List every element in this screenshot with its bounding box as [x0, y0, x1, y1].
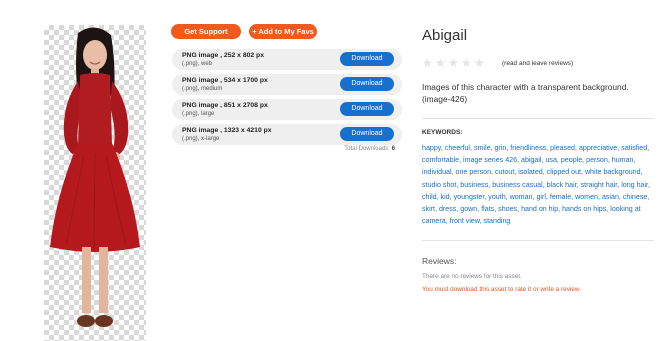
keyword-link[interactable]: satisfied [621, 144, 647, 152]
keyword-link[interactable]: youth [488, 193, 505, 201]
download-format-label: (.png), medium [182, 86, 223, 92]
keyword-link[interactable]: cheerful [445, 144, 470, 152]
download-size-label: PNG image , 1323 x 4210 px [182, 127, 272, 134]
keyword-link[interactable]: grin [494, 144, 506, 152]
keyword-link[interactable]: business casual [492, 181, 542, 189]
star-icon[interactable]: ★ [461, 57, 472, 69]
keyword-link[interactable]: girl [536, 193, 545, 201]
keyword-link[interactable]: clipped out [547, 168, 581, 176]
keyword-link[interactable]: standing [484, 217, 511, 225]
no-reviews-text: There are no reviews for this asset. [422, 273, 522, 280]
asset-title: Abigail [422, 27, 468, 44]
download-button-x-large[interactable]: Download [340, 127, 394, 141]
keyword-link[interactable]: chinese [623, 193, 647, 201]
rating-stars[interactable]: ★ ★ ★ ★ ★ [422, 57, 485, 69]
keyword-link[interactable]: front view [450, 217, 480, 225]
download-size-label: PNG image , 851 x 2708 px [182, 102, 268, 109]
divider [422, 240, 654, 241]
total-downloads-label: Total Downloads: [344, 146, 390, 152]
download-format-label: (.png), large [182, 111, 215, 117]
keyword-link[interactable]: women [575, 193, 598, 201]
keyword-link[interactable]: cutout [495, 168, 514, 176]
keyword-link[interactable]: straight hair [581, 181, 618, 189]
star-icon[interactable]: ★ [422, 57, 433, 69]
keyword-link[interactable]: pleased [550, 144, 575, 152]
keyword-link[interactable]: dress [439, 205, 456, 213]
add-to-favs-button[interactable]: + Add to My Favs [249, 24, 317, 39]
download-row-x-large: PNG image , 1323 x 4210 px (.png), x-lar… [172, 124, 402, 145]
keyword-separator: , [647, 144, 650, 152]
keyword-link[interactable]: appreciative [579, 144, 617, 152]
download-button-medium[interactable]: Download [340, 77, 394, 91]
download-row-medium: PNG image , 534 x 1700 px (.png), medium… [172, 74, 402, 95]
review-warning-text: You must download this asset to rate it … [422, 286, 581, 293]
reviews-title: Reviews: [422, 256, 457, 266]
download-format-label: (.png), web [182, 61, 213, 67]
star-icon[interactable]: ★ [448, 57, 459, 69]
keyword-link[interactable]: isolated [518, 168, 542, 176]
keyword-link[interactable]: shoes [498, 205, 517, 213]
keyword-separator: , [647, 192, 650, 201]
divider [422, 118, 654, 119]
keyword-link[interactable]: individual [422, 168, 452, 176]
keyword-link[interactable]: person [586, 156, 608, 164]
read-reviews-link[interactable]: (read and leave reviews) [502, 60, 573, 67]
keyword-separator: , [640, 168, 643, 177]
keyword-link[interactable]: abigail [521, 156, 542, 164]
keyword-link[interactable]: comfortable [422, 156, 459, 164]
keyword-link[interactable]: people [561, 156, 582, 164]
girl-in-red-dress-illustration [50, 27, 140, 327]
download-row-large: PNG image , 851 x 2708 px (.png), large … [172, 99, 402, 120]
keyword-link[interactable]: hand on hip [521, 205, 558, 213]
keyword-link[interactable]: asian [602, 193, 619, 201]
download-size-label: PNG image , 252 x 802 px [182, 52, 264, 59]
keyword-link[interactable]: image series 426 [463, 156, 517, 164]
keyword-link[interactable]: business [460, 181, 488, 189]
keyword-link[interactable]: woman [510, 193, 533, 201]
star-icon[interactable]: ★ [474, 57, 485, 69]
keyword-link[interactable]: one person [456, 168, 492, 176]
keyword-separator: , [633, 156, 636, 165]
keyword-link[interactable]: smile [474, 144, 491, 152]
keyword-link[interactable]: human [612, 156, 634, 164]
download-row-web: PNG image , 252 x 802 px (.png), web Dow… [172, 49, 402, 70]
keyword-link[interactable]: happy [422, 144, 441, 152]
keyword-link[interactable]: youngster [454, 193, 485, 201]
keyword-link[interactable]: black hair [547, 181, 577, 189]
keyword-link[interactable]: white background [585, 168, 641, 176]
keywords-label: KEYWORDS: [422, 129, 463, 136]
asset-description: Images of this character with a transpar… [422, 82, 629, 104]
get-support-button[interactable]: Get Support [171, 24, 241, 39]
keyword-link[interactable]: gown [460, 205, 477, 213]
keyword-link[interactable]: friendliness [510, 144, 546, 152]
keyword-link[interactable]: studio shot [422, 181, 456, 189]
keywords-list: happy, cheerful, smile, grin, friendline… [422, 142, 654, 227]
character-image [44, 25, 146, 341]
keyword-link[interactable]: child [422, 193, 437, 201]
keyword-link[interactable]: skirt [422, 205, 435, 213]
download-format-label: (.png), x-large [182, 136, 220, 142]
total-downloads: Total Downloads: 6 [310, 146, 395, 152]
download-button-web[interactable]: Download [340, 52, 394, 66]
total-downloads-count: 6 [391, 146, 395, 152]
download-size-label: PNG image , 534 x 1700 px [182, 77, 268, 84]
keyword-link[interactable]: long hair [621, 181, 648, 189]
download-button-large[interactable]: Download [340, 102, 394, 116]
keyword-link[interactable]: flats [481, 205, 494, 213]
keyword-link[interactable]: hands on hips [562, 205, 606, 213]
keyword-link[interactable]: female [550, 193, 571, 201]
keyword-link[interactable]: kid [441, 193, 450, 201]
star-icon[interactable]: ★ [435, 57, 446, 69]
keyword-link[interactable]: usa [545, 156, 556, 164]
keyword-separator: , [648, 180, 651, 189]
